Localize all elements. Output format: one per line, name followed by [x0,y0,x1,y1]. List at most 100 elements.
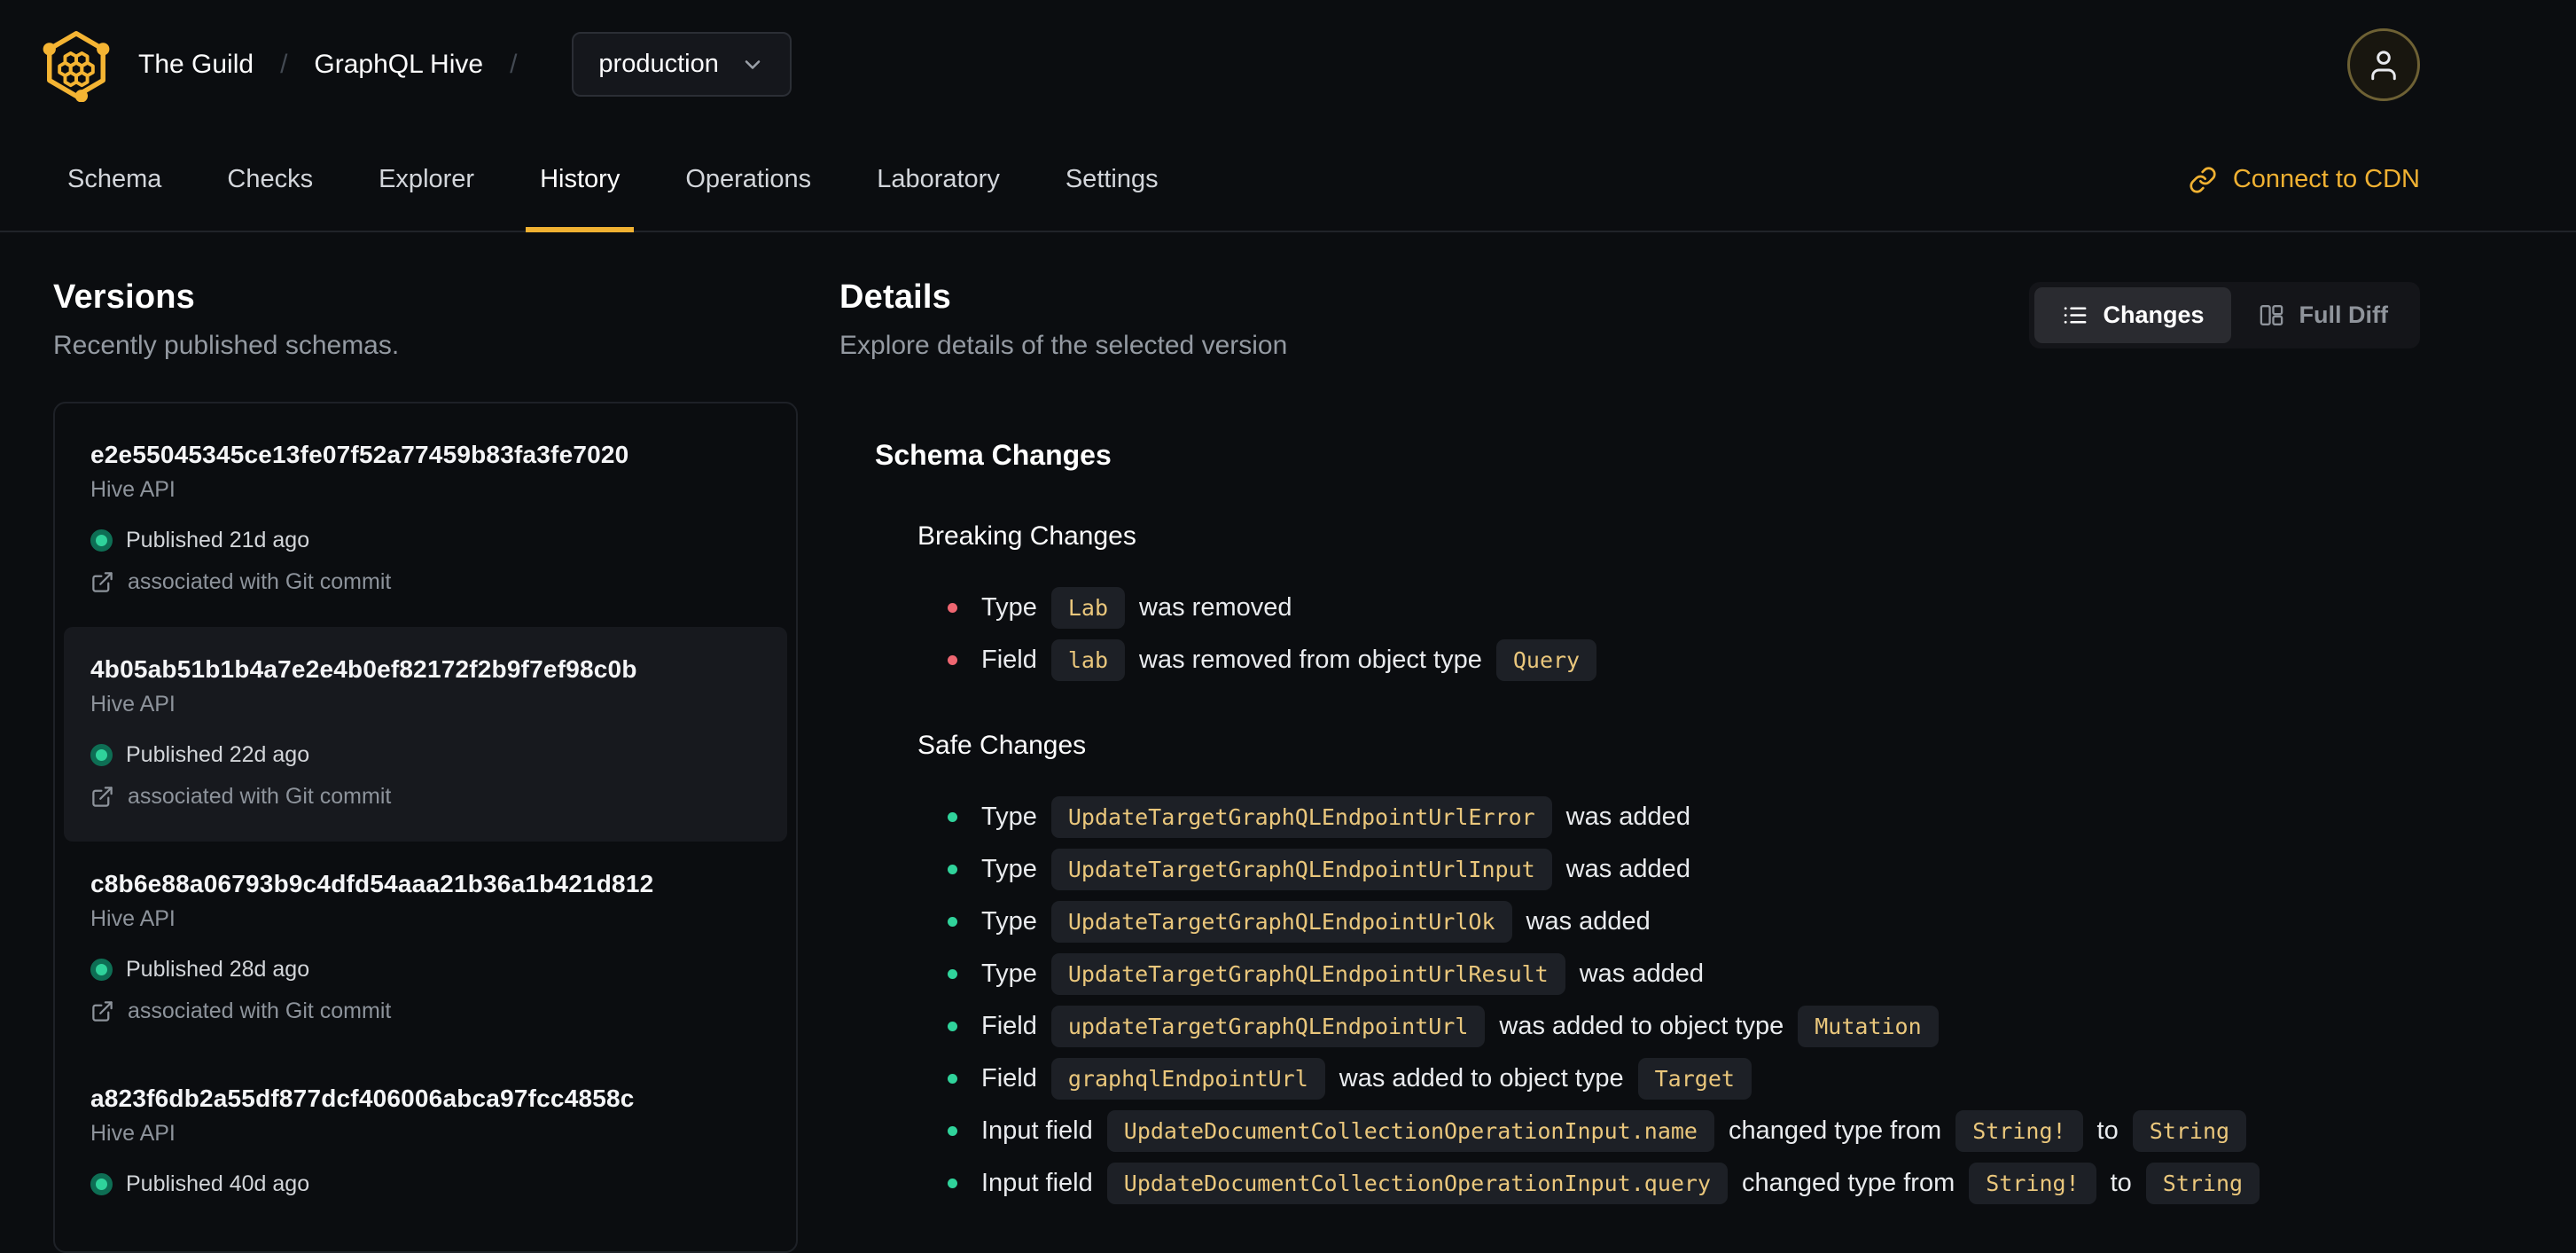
git-commit-label: associated with Git commit [128,998,392,1023]
git-commit-link[interactable]: associated with Git commit [90,569,761,595]
schema-changes-title: Schema Changes [875,439,1112,471]
safe-changes-list: Type UpdateTargetGraphQLEndpointUrlError w… [917,795,2420,1204]
safe-bullet-icon [948,864,957,874]
change-text: was added [1565,802,1690,831]
change-text: Type [981,906,1037,936]
change-row: Field updateTargetGraphQLEndpointUrl was a… [917,1005,2420,1047]
change-text: Field [981,1011,1037,1040]
tab-bar: Schema Checks Explorer History Operations Lab… [0,129,2576,232]
top-header: The Guild / GraphQL Hive / production Sc… [0,0,2576,232]
version-item[interactable]: e2e55045345ce13fe07f52a77459b83fa3fe7020… [64,412,787,627]
view-button-label: Full Diff [2299,302,2388,328]
git-commit-link[interactable]: associated with Git commit [90,784,761,810]
version-item[interactable]: c8b6e88a06793b9c4dfd54aaa21b36a1b421d812… [64,842,787,1056]
user-icon [2371,50,2396,80]
external-link-icon [90,999,114,1023]
breadcrumb-separator: / [510,49,518,79]
tab-laboratory[interactable]: Laboratory [850,129,1026,231]
version-hash: e2e55045345ce13fe07f52a77459b83fa3fe7020 [90,441,629,468]
breadcrumb-separator: / [280,49,288,79]
code-chip: UpdateTargetGraphQLEndpointUrlResult [1050,952,1565,995]
change-text: was added [1565,854,1690,883]
target-selector-dropdown[interactable]: production [572,32,792,97]
versions-title: Versions [53,278,196,316]
tab-schema[interactable]: Schema [41,129,188,231]
code-chip: graphqlEndpointUrl [1050,1057,1325,1100]
breaking-changes-title: Breaking Changes [917,521,1136,551]
breadcrumb: The Guild / GraphQL Hive / production [138,32,792,97]
target-selector-value: production [598,50,719,78]
change-row: Type UpdateTargetGraphQLEndpointUrlResult… [917,952,2420,995]
changes-view-button[interactable]: Changes [2034,287,2231,343]
version-service: Hive API [90,906,176,931]
external-link-icon [90,785,114,809]
version-hash: c8b6e88a06793b9c4dfd54aaa21b36a1b421d812 [90,870,654,897]
columns-icon [2258,302,2285,329]
full-diff-view-button[interactable]: Full Diff [2231,287,2415,343]
details-header-text: Details Explore details of the selected … [839,232,1287,361]
details-panel: Details Explore details of the selected … [798,232,2420,1215]
breadcrumb-project[interactable]: GraphQL Hive [314,50,483,80]
change-row: Field graphqlEndpointUrl was added to obje… [917,1057,2420,1100]
connect-to-cdn-label: Connect to CDN [2232,165,2420,193]
change-text: Type [981,592,1037,622]
change-text: was added [1526,906,1651,936]
version-hash: a823f6db2a55df877dcf406006abca97fcc4858c [90,1085,635,1112]
published-status-dot [90,744,113,766]
code-chip: UpdateTargetGraphQLEndpointUrlOk [1050,900,1512,943]
breadcrumb-org[interactable]: The Guild [138,50,254,80]
user-avatar-button[interactable] [2347,27,2420,101]
change-row: Type UpdateTargetGraphQLEndpointUrlOk was … [917,900,2420,943]
breaking-bullet-icon [948,602,957,613]
safe-bullet-icon [948,1178,957,1188]
code-chip: lab [1050,638,1126,681]
tab-operations[interactable]: Operations [659,129,838,231]
safe-bullet-icon [948,916,957,927]
hive-logo-icon [39,27,113,102]
external-link-icon [90,570,114,594]
code-chip: UpdateTargetGraphQLEndpointUrlInput [1050,848,1552,890]
code-chip: UpdateDocumentCollectionOperationInput.n… [1106,1109,1714,1152]
version-item[interactable]: a823f6db2a55df877dcf406006abca97fcc4858c… [64,1056,787,1229]
change-text: Input field [981,1168,1093,1197]
change-row: Input field UpdateDocumentCollectionOpera… [917,1109,2420,1152]
git-commit-link[interactable]: associated with Git commit [90,998,761,1024]
breaking-bullet-icon [948,654,957,665]
breaking-changes-group: Breaking Changes Type Lab was removed Field l… [917,521,2420,681]
change-text: to [2096,1116,2119,1145]
tab-settings[interactable]: Settings [1039,129,1185,231]
tab-history[interactable]: History [513,129,646,232]
published-label: Published 21d ago [126,528,310,552]
version-service: Hive API [90,477,176,502]
version-item[interactable]: 4b05ab51b1b4a7e2e4b0ef82172f2b9f7ef98c0b… [64,627,787,842]
change-text: was added [1579,959,1705,988]
published-status-dot [90,959,113,981]
tab-explorer[interactable]: Explorer [352,129,501,231]
published-label: Published 22d ago [126,742,310,767]
details-title: Details [839,278,952,316]
published-label: Published 40d ago [126,1171,310,1196]
chevron-down-icon [745,59,761,69]
schema-changes-groups: Breaking Changes Type Lab was removed Field l… [839,521,2420,1204]
version-service: Hive API [90,692,176,717]
details-header: Details Explore details of the selected … [839,232,2420,361]
breaking-changes-list: Type Lab was removed Field lab was removed fr… [917,586,2420,681]
view-toggle-group: Changes Full Diff [2029,282,2420,348]
change-text: Field [981,645,1037,674]
main-content: Versions Recently published schemas. e2e… [0,232,2576,1253]
change-row: Type UpdateTargetGraphQLEndpointUrlInput w… [917,848,2420,890]
details-subtitle: Explore details of the selected version [839,331,1288,360]
code-chip: updateTargetGraphQLEndpointUrl [1050,1005,1486,1047]
code-chip: String [2145,1162,2260,1204]
connect-to-cdn-link[interactable]: Connect to CDN [2189,129,2420,231]
safe-bullet-icon [948,968,957,979]
code-chip: Lab [1050,586,1126,629]
safe-bullet-icon [948,811,957,822]
published-label: Published 28d ago [126,957,310,982]
list-icon [2061,302,2088,329]
change-text: Field [981,1063,1037,1092]
change-text: changed type from [1728,1116,1942,1145]
version-published: Published 40d ago [90,1171,761,1197]
tab-checks[interactable]: Checks [200,129,340,231]
version-list: e2e55045345ce13fe07f52a77459b83fa3fe7020… [53,402,798,1253]
